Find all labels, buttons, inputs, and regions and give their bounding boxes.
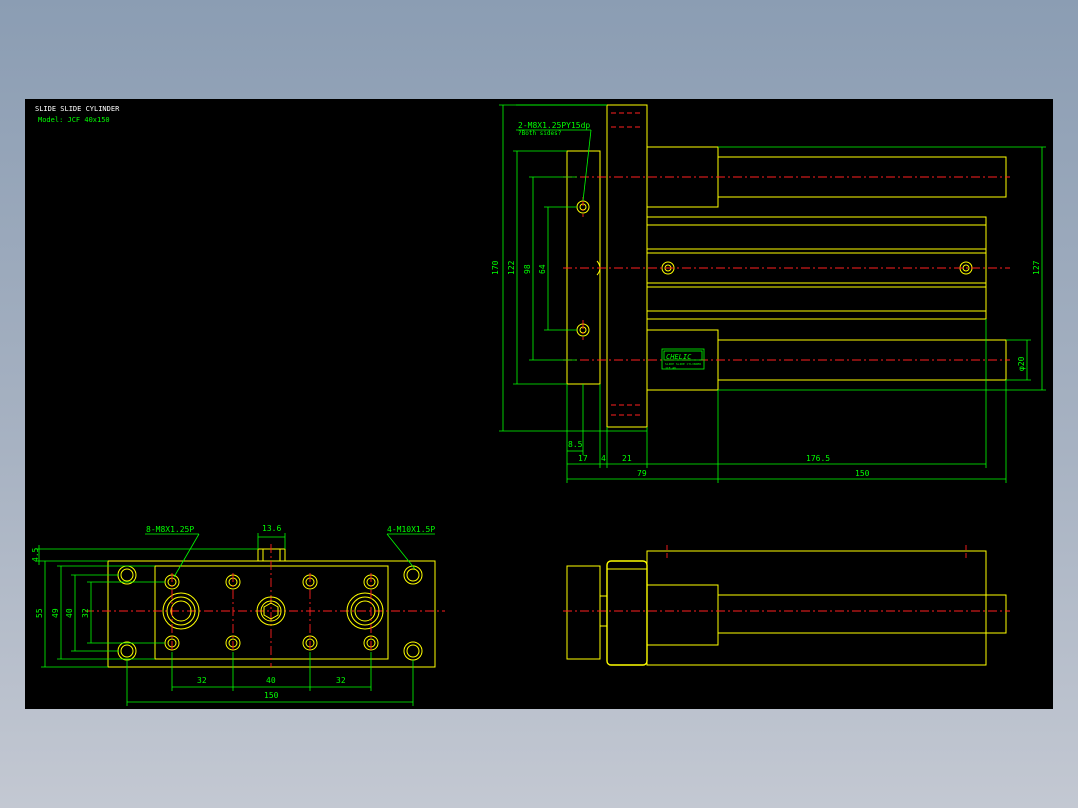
- front-view: [85, 544, 445, 668]
- dim-8-5: 8.5: [568, 440, 583, 449]
- front-table: [154, 565, 389, 660]
- dim-13-6: 13.6: [262, 524, 281, 533]
- drawing-title: SLIDE SLIDE CYLINDER: [35, 105, 120, 113]
- dim-79: 79: [637, 469, 647, 478]
- dim-40-v: 40: [65, 608, 74, 618]
- dim-40-h: 40: [266, 676, 276, 685]
- cylinder-body: [646, 216, 987, 320]
- dim-55: 55: [35, 608, 44, 618]
- note-tapped-top: 2-M8X1.25PY15dp: [518, 121, 590, 130]
- note-m8: 8-M8X1.25P: [146, 525, 194, 534]
- dim-32-h2: 32: [336, 676, 346, 685]
- note-m10: 4-M10X1.5P: [387, 525, 435, 534]
- dim-32-h1: 32: [197, 676, 207, 685]
- dim-17: 17: [578, 454, 588, 463]
- dim-64: 64: [538, 264, 547, 274]
- svg-text:?Both sides?: ?Both sides?: [518, 130, 562, 137]
- cad-drawing: SLIDE SLIDE CYLINDER Model: JCF 40x150 C…: [31, 104, 1046, 706]
- plan-rod-collar: [646, 584, 719, 646]
- guide-block: [606, 104, 648, 428]
- plan-end-plate: [566, 565, 601, 660]
- dim-4-5: 4.5: [31, 547, 40, 562]
- dim-127: 127: [1032, 260, 1041, 275]
- dim-176-5: 176.5: [806, 454, 830, 463]
- plan-cylinder-body: [646, 550, 987, 666]
- plan-view: [563, 545, 1010, 666]
- side-view-dimensions: 2-M8X1.25PY15dp ?Both sides? 170 122 98 …: [491, 104, 1046, 483]
- dim-122: 122: [507, 260, 516, 275]
- dim-150-front: 150: [264, 691, 279, 700]
- side-view: CHELIC SLIDE SLIDE CYLINDER JCF 40: [563, 104, 1010, 428]
- dim-4: 4: [601, 454, 606, 463]
- dim-32-v: 32: [81, 608, 90, 618]
- plan-rod: [717, 594, 1007, 634]
- dim-150-side: 150: [855, 469, 870, 478]
- dim-98: 98: [523, 264, 532, 274]
- svg-text:JCF 40: JCF 40: [665, 366, 676, 370]
- plan-guide-block: [606, 560, 648, 666]
- end-plate: [566, 150, 601, 385]
- dim-49: 49: [51, 608, 60, 618]
- dim-phi20: φ20: [1017, 356, 1026, 371]
- front-body: [107, 560, 436, 668]
- dim-170: 170: [491, 260, 500, 275]
- top-fitting: [257, 548, 286, 562]
- logo-text: CHELIC: [666, 353, 692, 361]
- dim-21: 21: [622, 454, 632, 463]
- model-label: Model: JCF 40x150: [38, 116, 110, 124]
- cad-viewport[interactable]: SLIDE SLIDE CYLINDER Model: JCF 40x150 C…: [25, 99, 1053, 709]
